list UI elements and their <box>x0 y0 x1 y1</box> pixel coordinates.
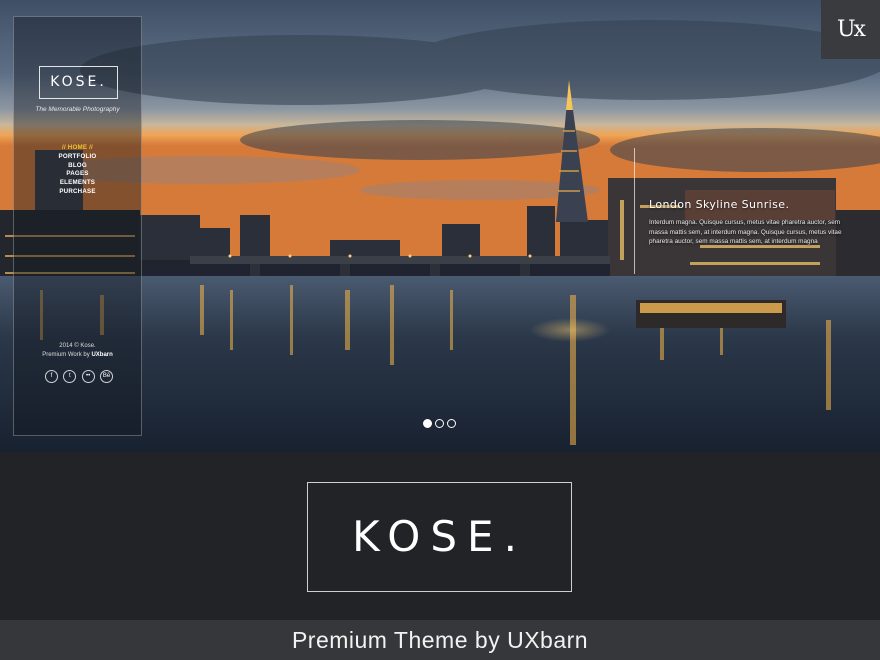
footer-banner: Premium Theme by UXbarn <box>0 620 880 660</box>
nav-item-portfolio[interactable]: PORTFOLIO <box>14 153 141 162</box>
credit-line: Premium Work by UXbarn <box>14 351 141 360</box>
facebook-icon[interactable]: f <box>45 370 58 383</box>
sidebar-nav: // HOME // PORTFOLIO BLOG PAGES ELEMENTS… <box>14 144 141 197</box>
slide-title: London Skyline Sunrise. <box>649 198 790 211</box>
flickr-icon[interactable]: •• <box>81 370 95 383</box>
caption-divider <box>634 148 635 274</box>
pager-dot-3[interactable] <box>447 419 456 428</box>
nav-item-purchase[interactable]: PURCHASE <box>14 188 141 197</box>
pager-dot-2[interactable] <box>435 419 444 428</box>
theme-band: KOSE. <box>0 452 880 620</box>
slider-pager <box>423 419 456 428</box>
slide-description: Interdum magna. Quisque cursus, metus vi… <box>649 219 842 246</box>
sidebar-tagline: The Memorable Photography <box>35 106 120 113</box>
twitter-icon[interactable]: t <box>63 370 77 383</box>
credit-brand[interactable]: UXbarn <box>91 352 112 358</box>
nav-item-home[interactable]: // HOME // <box>14 144 141 153</box>
social-links: f t •• Bē <box>45 370 113 384</box>
nav-item-blog[interactable]: BLOG <box>14 162 141 171</box>
hero-slider: Ux KOSE. The Memorable Photography // HO… <box>0 0 880 452</box>
uxbarn-badge[interactable]: Ux <box>821 0 880 59</box>
sidebar-panel: KOSE. The Memorable Photography // HOME … <box>13 16 142 436</box>
nav-item-pages[interactable]: PAGES <box>14 170 141 179</box>
sidebar-copyright: 2014 © Kose. Premium Work by UXbarn <box>14 342 141 360</box>
nav-item-elements[interactable]: ELEMENTS <box>14 179 141 188</box>
theme-logo: KOSE. <box>307 482 572 592</box>
behance-icon[interactable]: Bē <box>99 370 113 383</box>
credit-prefix: Premium Work by <box>42 352 90 358</box>
pager-dot-1[interactable] <box>423 419 432 428</box>
copyright-text: 2014 © Kose. <box>59 343 96 349</box>
sidebar-logo[interactable]: KOSE. <box>39 66 118 99</box>
